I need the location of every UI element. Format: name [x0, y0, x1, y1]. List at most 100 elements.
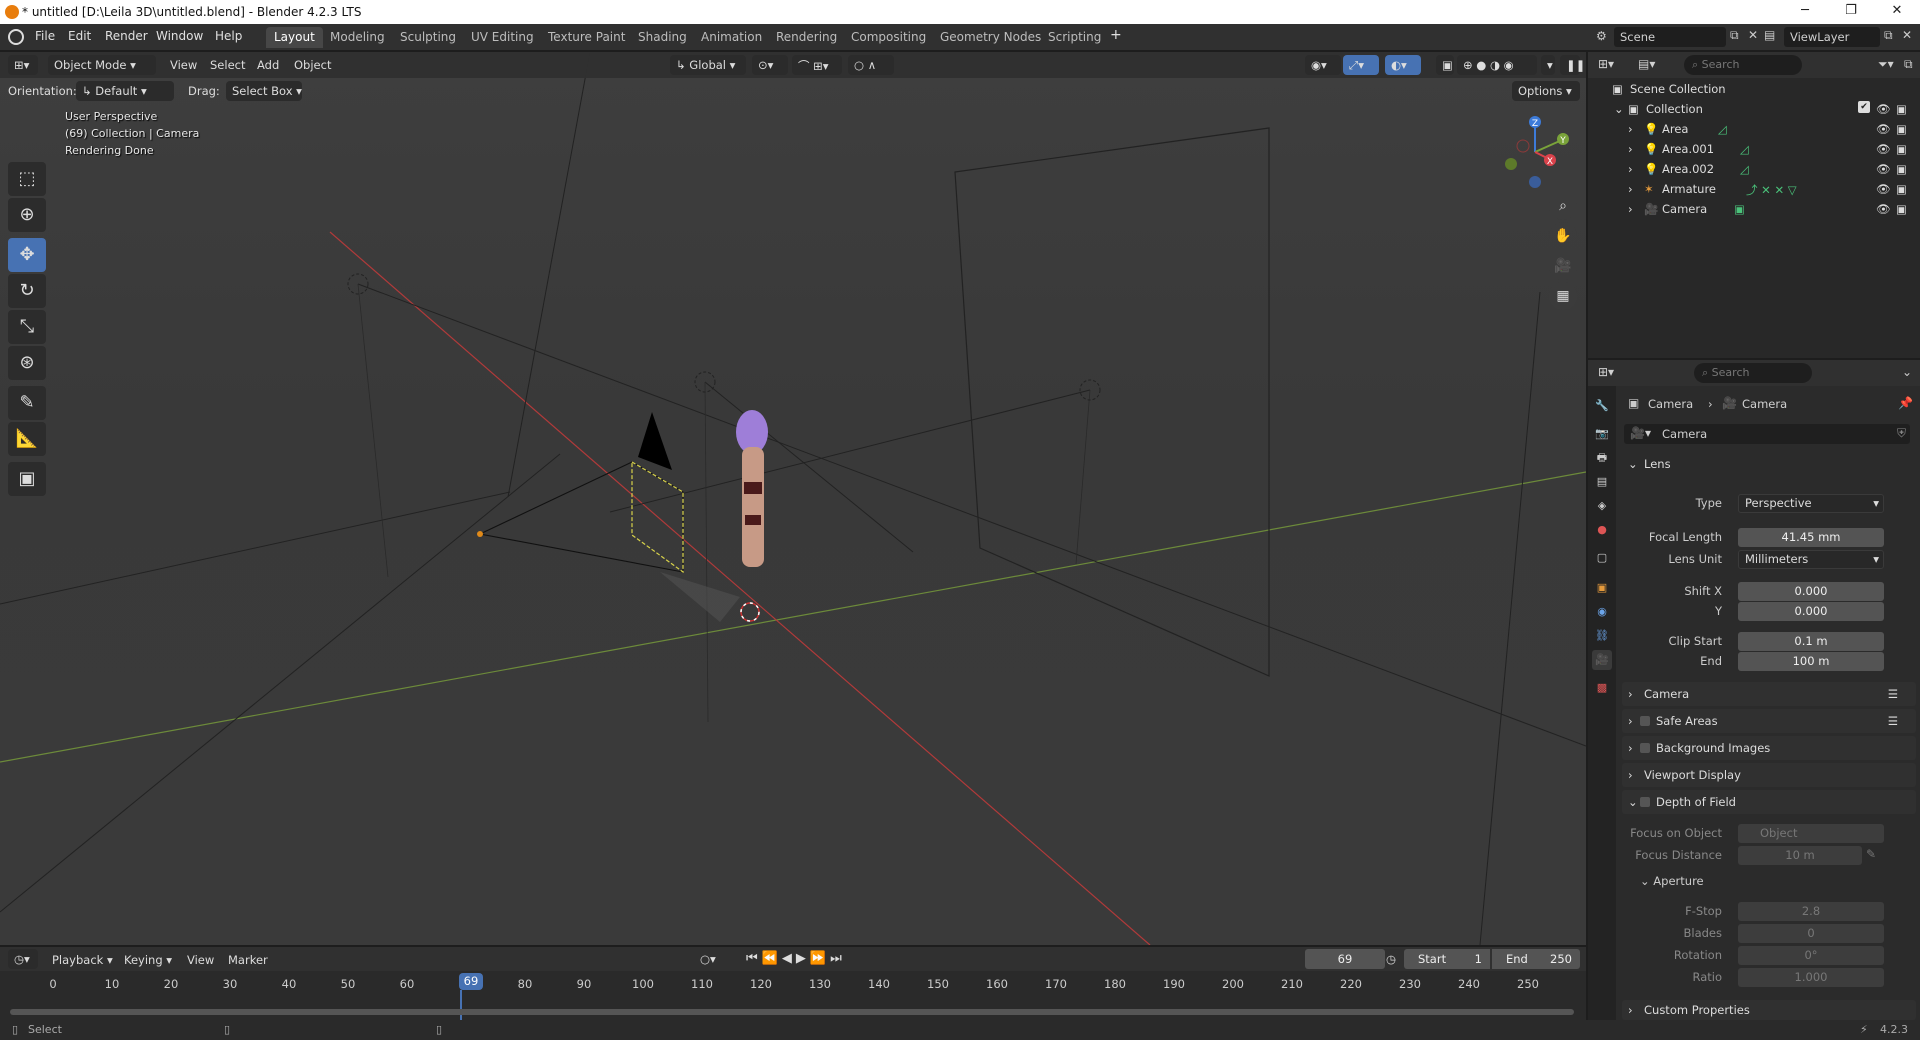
expand-chevron-icon[interactable]: ›: [1628, 122, 1633, 136]
fake-user-shield-icon[interactable]: ⛨: [1897, 426, 1906, 441]
playhead-frame-badge[interactable]: 69: [459, 973, 483, 990]
menu-window[interactable]: Window: [156, 29, 203, 43]
drag-dropdown[interactable]: Select Box ▾: [226, 81, 302, 101]
object-mode-dropdown[interactable]: Object Mode ▾: [48, 55, 156, 75]
maximize-icon[interactable]: ❐: [1828, 0, 1874, 24]
world-tab-icon[interactable]: ●: [1592, 520, 1612, 540]
tab-texture-paint[interactable]: Texture Paint: [540, 27, 633, 48]
rotate-tool[interactable]: ↻: [8, 274, 46, 308]
view-layer-tab-icon[interactable]: ▤: [1592, 472, 1612, 492]
visibility-icon[interactable]: ◉▾: [1305, 55, 1341, 75]
collection-tab-icon[interactable]: ▢: [1592, 548, 1612, 568]
shading-options-icon[interactable]: ▾: [1541, 55, 1555, 75]
select-box-tool[interactable]: ⬚: [8, 162, 46, 196]
options-dropdown[interactable]: Options ▾: [1512, 81, 1580, 101]
add-workspace-icon[interactable]: +: [1110, 27, 1122, 43]
menu-add[interactable]: Add: [257, 58, 279, 72]
measure-tool[interactable]: 📐: [8, 422, 46, 456]
tab-uv-editing[interactable]: UV Editing: [463, 27, 542, 48]
texture-tab-icon[interactable]: ▩: [1592, 678, 1612, 698]
viewport-display-panel-header[interactable]: › Viewport Display: [1622, 763, 1916, 787]
safe-areas-panel-header[interactable]: › Safe Areas ☰: [1622, 709, 1916, 733]
new-view-layer-icon[interactable]: ⧉: [1884, 28, 1893, 43]
clip-end-field[interactable]: 100 m: [1738, 652, 1884, 671]
menu-edit[interactable]: Edit: [68, 29, 91, 43]
timeline-scrollbar[interactable]: [10, 1009, 1574, 1015]
minimize-icon[interactable]: ─: [1782, 0, 1828, 24]
pin-icon[interactable]: 📌: [1898, 396, 1913, 410]
shift-y-field[interactable]: 0.000: [1738, 602, 1884, 621]
tool-tab-icon[interactable]: 🔧: [1592, 396, 1612, 416]
eyedropper-icon[interactable]: ✎: [1866, 847, 1876, 861]
overlay-toggle-icon[interactable]: ◐▾: [1385, 55, 1421, 75]
outliner-item-area-001[interactable]: › 💡 Area.001 ◿ 👁 ▣: [1588, 139, 1920, 159]
view-layer-field[interactable]: ViewLayer: [1784, 27, 1880, 47]
proportional-edit-icon[interactable]: ○ ∧: [848, 55, 894, 75]
camera-render-icon[interactable]: ▣: [1896, 162, 1907, 176]
camera-render-icon[interactable]: ▣: [1896, 122, 1907, 136]
transform-tool[interactable]: ⊛: [8, 346, 46, 380]
lens-type-dropdown[interactable]: Perspective ▾: [1738, 494, 1884, 513]
scale-tool[interactable]: ⤡: [8, 310, 46, 344]
camera-render-icon[interactable]: ▣: [1896, 202, 1907, 216]
move-tool[interactable]: ✥: [8, 238, 46, 272]
tab-geometry-nodes[interactable]: Geometry Nodes: [932, 27, 1049, 48]
focus-object-field[interactable]: Object: [1738, 824, 1884, 843]
tab-rendering[interactable]: Rendering: [768, 27, 845, 48]
expand-chevron-icon[interactable]: ›: [1628, 162, 1633, 176]
properties-search-input[interactable]: ⌕ Search: [1694, 363, 1812, 383]
camera-data-tab-icon[interactable]: 🎥: [1592, 650, 1612, 670]
transform-orientation-dropdown[interactable]: ↳ Global ▾: [670, 55, 746, 75]
outliner-search-input[interactable]: ⌕ Search: [1684, 55, 1802, 75]
outliner-item-area-002[interactable]: › 💡 Area.002 ◿ 👁 ▣: [1588, 159, 1920, 179]
navigation-gizmo[interactable]: Z Y X: [1495, 112, 1575, 192]
outliner-item-area[interactable]: › 💡 Area ◿ 👁 ▣: [1588, 119, 1920, 139]
object-tab-icon[interactable]: ▣: [1592, 578, 1612, 598]
add-cube-tool[interactable]: ▣: [8, 462, 46, 496]
collection-row[interactable]: ⌄ ▣ Collection ✔ 👁 ▣: [1588, 99, 1920, 119]
eye-icon[interactable]: 👁: [1876, 122, 1891, 136]
outliner[interactable]: ⊞▾ ▤▾ ⌕ Search ⏷▾ ⧉ ▣ Scene Collection ⌄…: [1588, 52, 1920, 358]
editor-type-icon[interactable]: ⊞▾: [8, 55, 38, 75]
new-collection-icon[interactable]: ⧉: [1904, 57, 1913, 72]
aperture-subpanel-header[interactable]: ⌄ Aperture: [1640, 874, 1704, 888]
blades-field[interactable]: 0: [1738, 924, 1884, 943]
tab-modeling[interactable]: Modeling: [322, 27, 393, 48]
annotate-tool[interactable]: ✎: [8, 386, 46, 420]
collection-checkbox[interactable]: ✔: [1858, 101, 1870, 113]
ortho-grid-icon[interactable]: ▦: [1549, 282, 1577, 310]
new-scene-icon[interactable]: ⧉: [1730, 28, 1739, 43]
shift-x-field[interactable]: 0.000: [1738, 582, 1884, 601]
expand-chevron-icon[interactable]: ›: [1628, 182, 1633, 196]
filter-icon[interactable]: ⏷▾: [1878, 57, 1894, 72]
tab-sculpting[interactable]: Sculpting: [392, 27, 464, 48]
eye-icon[interactable]: 👁: [1876, 182, 1891, 196]
clip-start-field[interactable]: 0.1 m: [1738, 632, 1884, 651]
snap-icon[interactable]: ⌒ ⊞▾: [792, 55, 842, 75]
properties-editor-type-icon[interactable]: ⊞▾: [1598, 365, 1614, 379]
constraints-tab-icon[interactable]: ⛓: [1592, 626, 1612, 646]
physics-tab-icon[interactable]: ◉: [1592, 602, 1612, 622]
ratio-field[interactable]: 1.000: [1738, 968, 1884, 987]
tab-animation[interactable]: Animation: [693, 27, 770, 48]
delete-scene-icon[interactable]: ✕: [1748, 28, 1758, 42]
lens-panel-header[interactable]: ⌄ Lens: [1622, 452, 1916, 476]
expand-chevron-icon[interactable]: ›: [1628, 202, 1633, 216]
focus-distance-field[interactable]: 10 m: [1738, 846, 1862, 865]
depth-of-field-panel-header[interactable]: ⌄ Depth of Field: [1622, 790, 1916, 814]
menu-select[interactable]: Select: [210, 58, 245, 72]
camera-render-icon[interactable]: ▣: [1896, 142, 1907, 156]
delete-view-layer-icon[interactable]: ✕: [1902, 28, 1912, 42]
menu-view[interactable]: View: [170, 58, 197, 72]
lens-unit-dropdown[interactable]: Millimeters ▾: [1738, 550, 1884, 569]
render-tab-icon[interactable]: 📷: [1592, 424, 1612, 444]
3d-viewport[interactable]: ⊞▾ Object Mode ▾ View Select Add Object …: [0, 52, 1586, 945]
camera-render-icon[interactable]: ▣: [1896, 182, 1907, 196]
output-tab-icon[interactable]: 🖶: [1592, 448, 1612, 468]
zoom-icon[interactable]: ⌕: [1549, 192, 1577, 220]
scene-collection-row[interactable]: ▣ Scene Collection: [1588, 79, 1920, 99]
background-images-panel-header[interactable]: › Background Images: [1622, 736, 1916, 760]
camera-render-icon[interactable]: ▣: [1896, 102, 1907, 116]
shading-modes-icon[interactable]: ⊕ ● ◑ ◉: [1457, 55, 1537, 75]
depth-of-field-checkbox[interactable]: [1640, 797, 1650, 807]
